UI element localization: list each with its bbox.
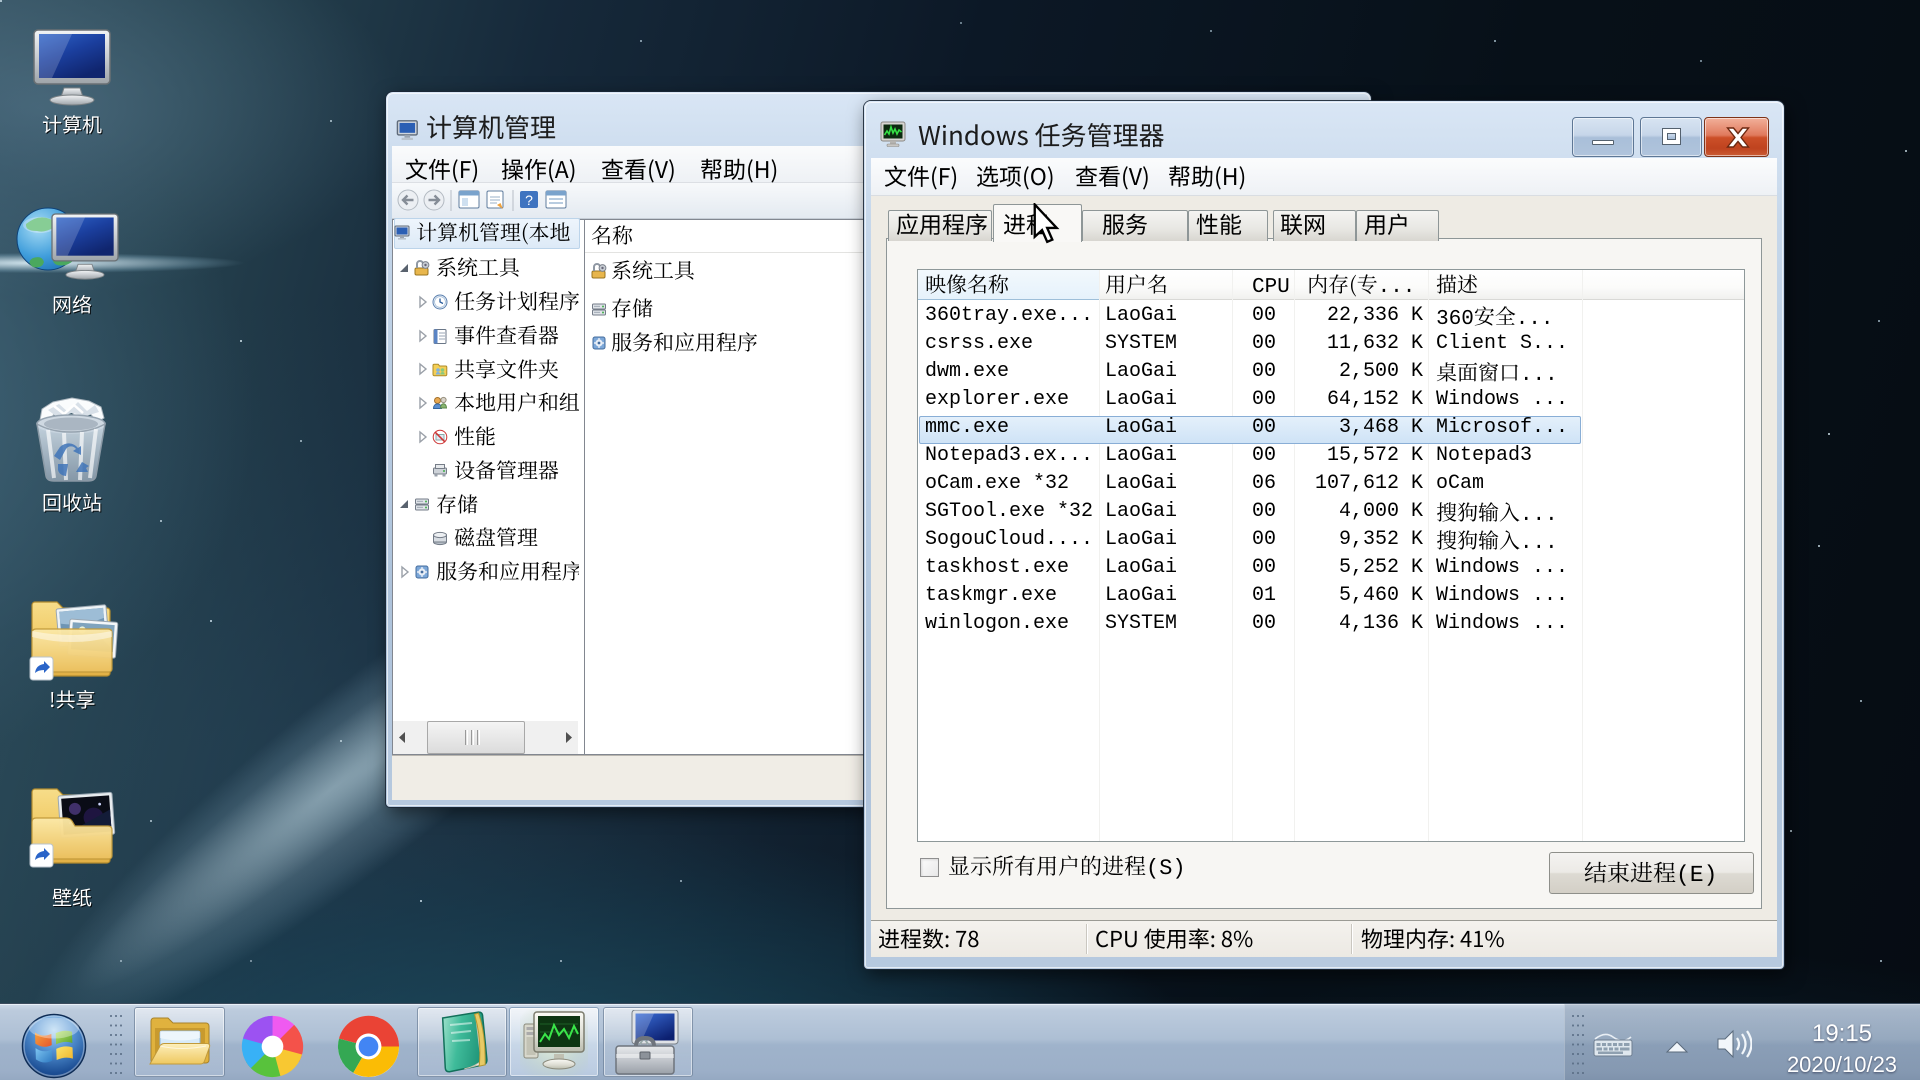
svg-text:?: ? <box>525 192 533 208</box>
